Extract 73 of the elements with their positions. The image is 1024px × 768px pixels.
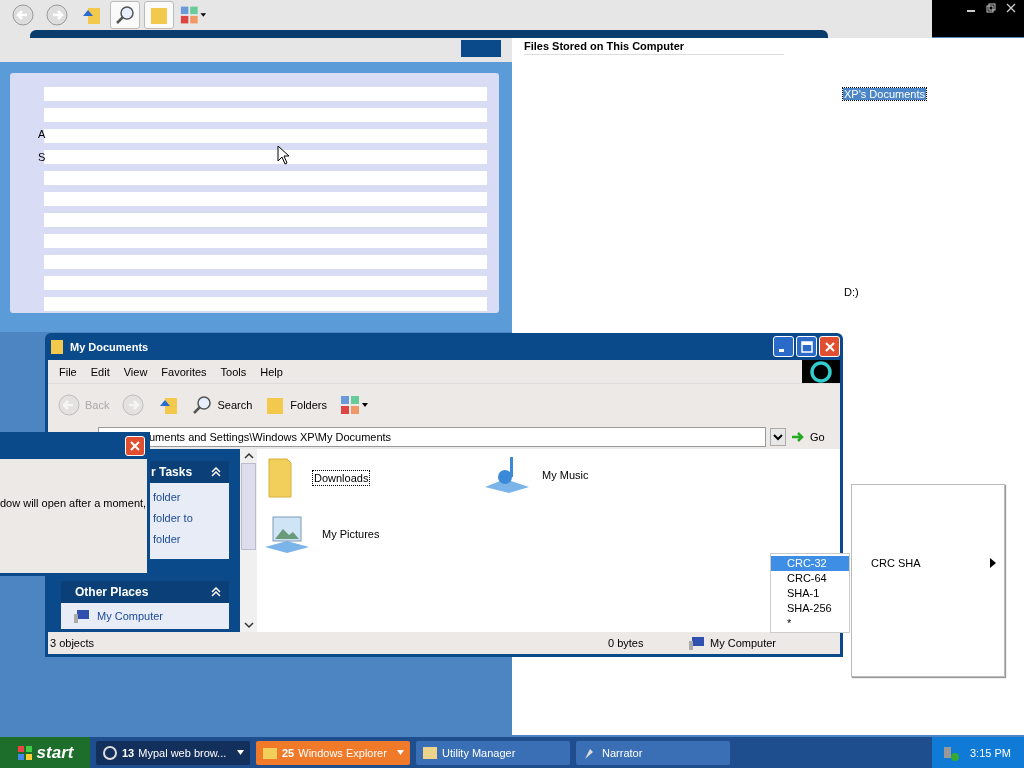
task-group-header[interactable]: Other Places [61,581,229,603]
dropdown-icon[interactable] [770,428,786,446]
taskbar-button[interactable]: Utility Manager [416,740,570,765]
close-button[interactable] [819,336,840,357]
status-text: My Computer [710,637,777,649]
ring-icon [809,359,833,384]
title-block [461,40,501,57]
close-icon [129,440,141,452]
taskbar-button[interactable]: 13 Mypal web brow... [96,740,250,765]
close-icon[interactable] [1006,3,1016,13]
ring-icon [102,744,118,761]
status-text: 3 objects [49,637,96,649]
item-label[interactable]: XP's Documents [843,88,926,100]
task-link[interactable]: folder to [153,512,193,524]
scroll-up-icon[interactable] [243,452,254,460]
folders-button[interactable]: Folders [261,388,330,421]
place-link[interactable]: My Computer [73,609,164,623]
menu-item[interactable]: * [771,616,849,631]
menu-item[interactable]: Tools [213,365,254,378]
caret-icon [237,750,244,755]
clock: 3:15 PM [970,746,1011,759]
caret-icon [397,750,404,755]
maximize-button[interactable] [796,336,817,357]
start-button[interactable]: start [0,737,90,768]
menu-item[interactable]: SHA-256 [771,601,849,616]
menu-item[interactable]: File [52,365,84,378]
scrollbar[interactable] [240,449,257,632]
scroll-down-icon[interactable] [243,621,254,629]
window-title: My Documents [70,340,149,353]
folder-label[interactable]: Downloads [313,471,370,485]
go-button[interactable]: Go [790,427,840,447]
views-icon [339,393,369,416]
collapse-icon [211,587,221,597]
collapse-icon [211,467,221,477]
search-icon [114,4,136,26]
list-fragment: S [38,151,46,163]
status-text: 0 bytes [608,637,645,649]
submenu-item[interactable]: CRC SHA [852,554,1004,571]
windows-logo-icon [16,744,33,761]
menu-item[interactable]: Favorites [154,365,214,378]
task-link[interactable]: folder [153,491,181,503]
search-button[interactable] [110,1,140,29]
dialog-message: dow will open after a moment, [0,497,147,509]
section-heading: Files Stored on This Computer [524,40,784,55]
folder-label[interactable]: My Pictures [321,527,381,541]
folder-icon [50,338,64,355]
close-button[interactable] [125,436,145,456]
menu-item[interactable]: Edit [83,365,117,378]
menu-item[interactable]: Help [253,365,290,378]
computer-icon [688,636,706,650]
minimize-icon [779,349,784,352]
computer-icon [73,609,91,623]
item-label[interactable]: D:) [843,286,860,298]
close-icon [823,340,836,353]
views-icon [179,4,207,26]
menu-item[interactable]: View [116,365,155,378]
maximize-icon [800,340,813,353]
menu-item[interactable]: CRC-64 [771,571,849,586]
mouse-pointer-icon [277,145,289,165]
restore-icon[interactable] [986,3,996,13]
window-icon [422,744,438,761]
minimize-button[interactable] [773,336,794,357]
search-button[interactable]: Search [188,388,256,421]
task-link[interactable]: folder [153,533,181,545]
submenu-arrow-icon [990,557,996,568]
menu-item[interactable]: SHA-1 [771,586,849,601]
music-note-icon[interactable] [483,455,531,495]
list-fragment: A [38,128,46,140]
taskbar-button[interactable]: Narrator [576,740,730,765]
folder-label[interactable]: My Music [541,468,590,482]
search-icon [191,393,214,416]
arrow-icon [790,430,806,444]
address-field[interactable]: uments and Settings\Windows XP\My Documents [98,427,766,447]
